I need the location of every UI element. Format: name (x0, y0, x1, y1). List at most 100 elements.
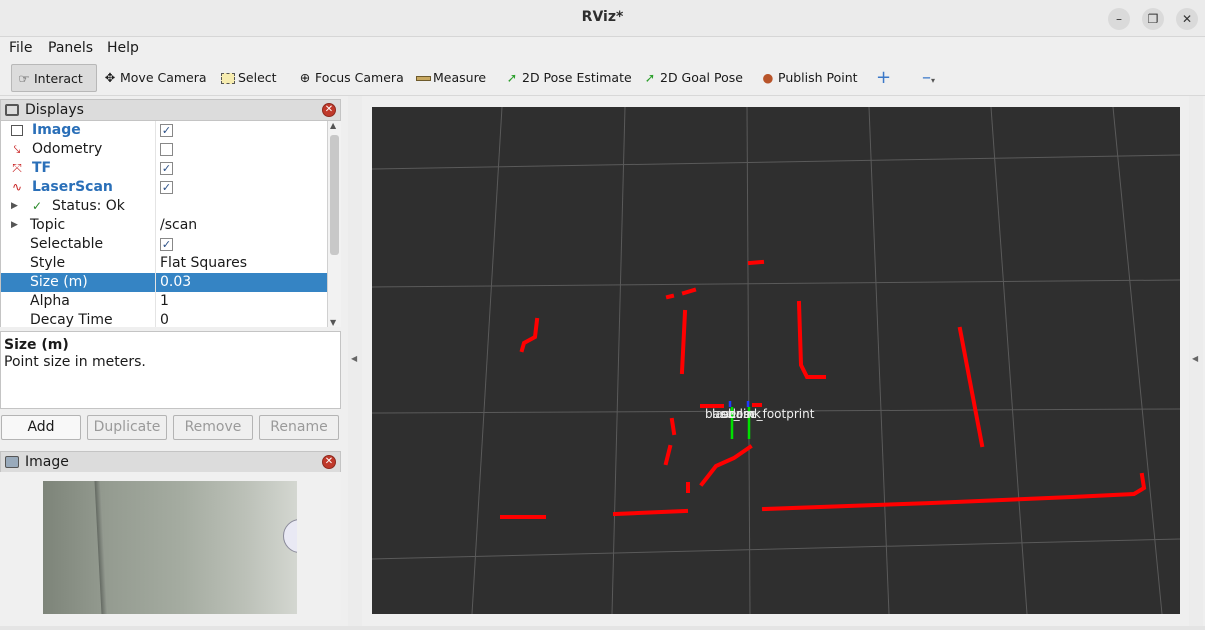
image-panel-title: Image (25, 454, 69, 470)
grid-line (611, 106, 626, 615)
focus-camera-icon: ⊕ (299, 70, 311, 85)
select-icon (220, 64, 236, 92)
display-row-odometry[interactable]: ⤥ Odometry (1, 140, 327, 159)
grid-line (371, 154, 1181, 170)
laserscan-icon: ∿ (11, 180, 23, 194)
property-description: Size (m) Point size in meters. (0, 331, 341, 409)
scan-segment (957, 326, 985, 448)
display-row-laserscan[interactable]: ∿ LaserScan ✓ (1, 178, 327, 197)
map-pin-icon: ● (762, 70, 774, 85)
add-tool-icon[interactable]: + (872, 64, 891, 92)
scan-segment (747, 259, 765, 266)
pose-estimate-tool-button[interactable]: ➚ 2D Pose Estimate (500, 64, 632, 92)
tf-icon: ⤧ (12, 161, 22, 175)
render-viewport[interactable]: base_link laser odom base_footprint (371, 106, 1181, 615)
display-row-tf[interactable]: ⤧ TF ✓ (1, 159, 327, 178)
menu-help[interactable]: Help (107, 40, 139, 56)
remove-button[interactable]: Remove (173, 415, 253, 440)
image-icon (11, 125, 23, 136)
enabled-checkbox[interactable]: ✓ (160, 181, 173, 194)
collapse-right-icon[interactable]: ◀ (1192, 354, 1198, 363)
close-panel-icon[interactable]: ✕ (322, 455, 336, 469)
green-arrow-icon: ➚ (644, 70, 656, 85)
odometry-icon: ⤥ (13, 142, 21, 156)
close-panel-icon[interactable]: ✕ (322, 103, 336, 117)
hand-icon: ☞ (18, 71, 30, 86)
measure-tool-button[interactable]: Measure (411, 64, 486, 92)
focus-camera-tool-button[interactable]: ⊕ Focus Camera (293, 64, 404, 92)
description-text: Point size in meters. (4, 354, 146, 370)
interact-tool-button[interactable]: ☞ Interact (11, 64, 97, 92)
goal-pose-tool-button[interactable]: ➚ 2D Goal Pose (638, 64, 743, 92)
menu-panels[interactable]: Panels (48, 40, 93, 56)
property-row-selectable[interactable]: Selectable ✓ (1, 235, 327, 254)
scan-segment (761, 472, 1147, 512)
grid-line (371, 538, 1181, 560)
enabled-checkbox[interactable]: ✓ (160, 124, 173, 137)
scan-segment (612, 508, 689, 517)
property-row-size[interactable]: Size (m) 0.03 (1, 273, 327, 292)
grid-line (471, 106, 503, 615)
rename-button[interactable]: Rename (259, 415, 339, 440)
grid-line (990, 106, 1028, 615)
image-icon (5, 456, 19, 468)
scan-segment (663, 417, 677, 466)
left-splitter[interactable]: ◀ (348, 96, 362, 626)
scan-segment (796, 300, 826, 379)
move-camera-icon: ✥ (104, 70, 116, 85)
camera-image-detail (283, 519, 297, 553)
scan-segment (679, 309, 688, 375)
expand-arrow-icon[interactable]: ▶ (11, 216, 18, 235)
monitor-icon (5, 104, 19, 116)
grid-line (746, 106, 751, 615)
collapse-left-icon[interactable]: ◀ (351, 354, 357, 363)
scroll-up-icon[interactable]: ▲ (330, 121, 336, 130)
display-row-image[interactable]: Image ✓ (1, 121, 327, 140)
camera-image (43, 481, 297, 614)
select-tool-button[interactable]: Select (216, 64, 277, 92)
grid-line (868, 106, 890, 615)
scan-segment (686, 444, 753, 493)
property-row-style[interactable]: Style Flat Squares (1, 254, 327, 273)
column-separator (155, 121, 156, 327)
grid-line (1112, 106, 1163, 615)
duplicate-button[interactable]: Duplicate (87, 415, 167, 440)
window-title: RViz* (581, 9, 624, 25)
scan-segment (519, 317, 540, 353)
tf-frame-label: base_footprint (728, 407, 815, 421)
check-icon: ✓ (31, 199, 43, 213)
minimize-icon[interactable]: – (1108, 8, 1130, 30)
scrollbar-thumb[interactable] (330, 135, 339, 255)
description-title: Size (m) (4, 337, 69, 353)
scroll-down-icon[interactable]: ▼ (330, 318, 336, 327)
menu-file[interactable]: File (9, 40, 32, 56)
displays-panel-title: Displays (25, 102, 84, 118)
move-camera-tool-button[interactable]: ✥ Move Camera (98, 64, 207, 92)
property-row-topic[interactable]: ▶ Topic /scan (1, 216, 327, 235)
expand-arrow-icon[interactable]: ▶ (11, 197, 18, 216)
selectable-checkbox[interactable]: ✓ (160, 238, 173, 251)
right-splitter[interactable]: ◀ (1189, 96, 1203, 626)
property-row-decay-time[interactable]: Decay Time 0 (1, 311, 327, 327)
displays-scrollbar[interactable]: ▲ ▼ (327, 121, 341, 327)
add-button[interactable]: Add (1, 415, 81, 440)
enabled-checkbox[interactable] (160, 143, 173, 156)
scan-segment (665, 287, 697, 300)
image-panel-header: Image ✕ (0, 451, 341, 473)
scene-svg: base_link laser odom base_footprint (371, 106, 1181, 615)
grid (371, 106, 1181, 615)
remove-tool-icon[interactable]: –▾ (918, 64, 935, 92)
property-row-alpha[interactable]: Alpha 1 (1, 292, 327, 311)
green-arrow-icon: ➚ (506, 70, 518, 85)
close-icon[interactable]: ✕ (1176, 8, 1198, 30)
camera-image-detail (94, 481, 108, 614)
publish-point-tool-button[interactable]: ● Publish Point (756, 64, 858, 92)
menu-bar: File Panels Help (0, 37, 1205, 60)
maximize-icon[interactable]: ❐ (1142, 8, 1164, 30)
title-bar: RViz* – ❐ ✕ (0, 0, 1205, 37)
ruler-icon (415, 64, 431, 92)
grid-line (371, 279, 1181, 288)
property-row-status[interactable]: ▶ ✓ Status: Ok (1, 197, 327, 216)
enabled-checkbox[interactable]: ✓ (160, 162, 173, 175)
laser-scan (500, 259, 1147, 519)
